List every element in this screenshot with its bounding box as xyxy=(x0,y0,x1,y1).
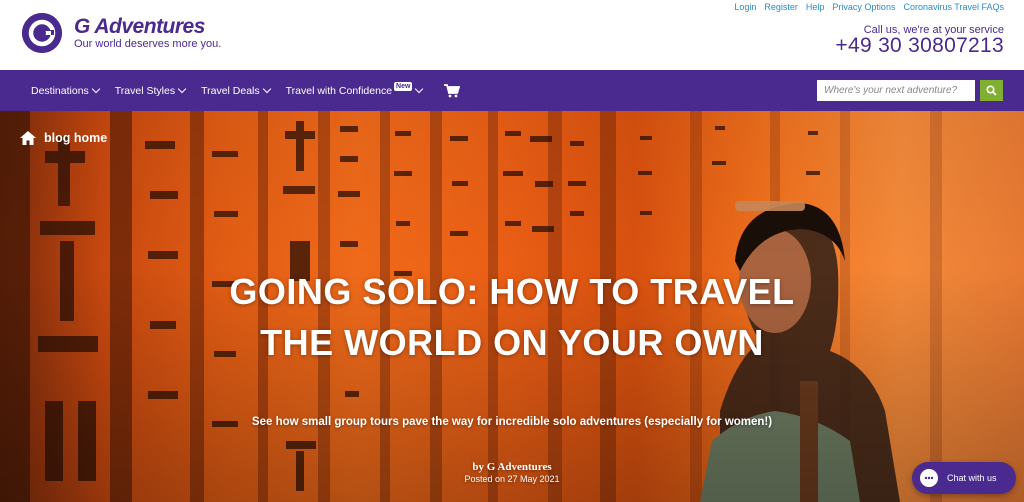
chevron-down-icon xyxy=(177,84,187,94)
brand-tagline: Our world deserves more you. xyxy=(74,37,222,50)
nav-destinations[interactable]: Destinations xyxy=(31,84,101,97)
chevron-down-icon xyxy=(262,84,271,94)
nav-travel-styles[interactable]: Travel Styles xyxy=(114,84,187,97)
chevron-down-icon xyxy=(415,84,424,94)
g-logo-icon xyxy=(22,13,62,53)
search-icon xyxy=(986,85,997,96)
article-subtitle: See how small group tours pave the way f… xyxy=(251,416,773,428)
article-title: Going Solo: How to Travel the World on Y… xyxy=(229,271,795,363)
blog-home-label: blog home xyxy=(44,131,108,145)
register-link[interactable]: Register xyxy=(764,2,798,12)
nav-travel-styles-label: Travel Styles xyxy=(114,84,176,97)
phone-number[interactable]: +49 30 30807213 xyxy=(835,34,1004,58)
article-byline: by G Adventures xyxy=(472,461,552,473)
brand-name: G Adventures xyxy=(74,14,205,38)
help-link[interactable]: Help xyxy=(806,2,825,12)
nav-travel-deals[interactable]: Travel Deals xyxy=(201,84,271,97)
brand-logo[interactable]: G Adventures Our world deserves more you… xyxy=(22,13,221,53)
nav-travel-deals-label: Travel Deals xyxy=(201,84,260,97)
article-posted-date: Posted on 27 May 2021 xyxy=(464,474,560,484)
chat-bubble-icon xyxy=(920,469,938,487)
cart-icon xyxy=(444,83,461,97)
chat-label: Chat with us xyxy=(947,473,997,483)
chevron-down-icon xyxy=(91,84,101,94)
login-link[interactable]: Login xyxy=(734,2,756,12)
site-header: G Adventures Our world deserves more you… xyxy=(0,0,1024,70)
nav-destinations-label: Destinations xyxy=(31,84,89,97)
nav-travel-with-confidence-label: Travel with Confidence xyxy=(285,84,393,97)
cart-button[interactable] xyxy=(438,83,461,98)
search-input[interactable] xyxy=(817,80,975,101)
search-button[interactable] xyxy=(980,80,1003,101)
hero-banner: blog home Going Solo: How to Travel the … xyxy=(0,111,1024,502)
privacy-options-link[interactable]: Privacy Options xyxy=(832,2,895,12)
blog-home-link[interactable]: blog home xyxy=(20,131,107,145)
new-badge: New xyxy=(394,82,413,91)
utility-links: Login Register Help Privacy Options Coro… xyxy=(734,2,1004,12)
nav-travel-with-confidence[interactable]: Travel with Confidence New xyxy=(285,82,424,97)
coronavirus-faqs-link[interactable]: Coronavirus Travel FAQs xyxy=(903,2,1004,12)
home-icon xyxy=(20,131,36,145)
chat-button[interactable]: Chat with us xyxy=(912,462,1016,494)
